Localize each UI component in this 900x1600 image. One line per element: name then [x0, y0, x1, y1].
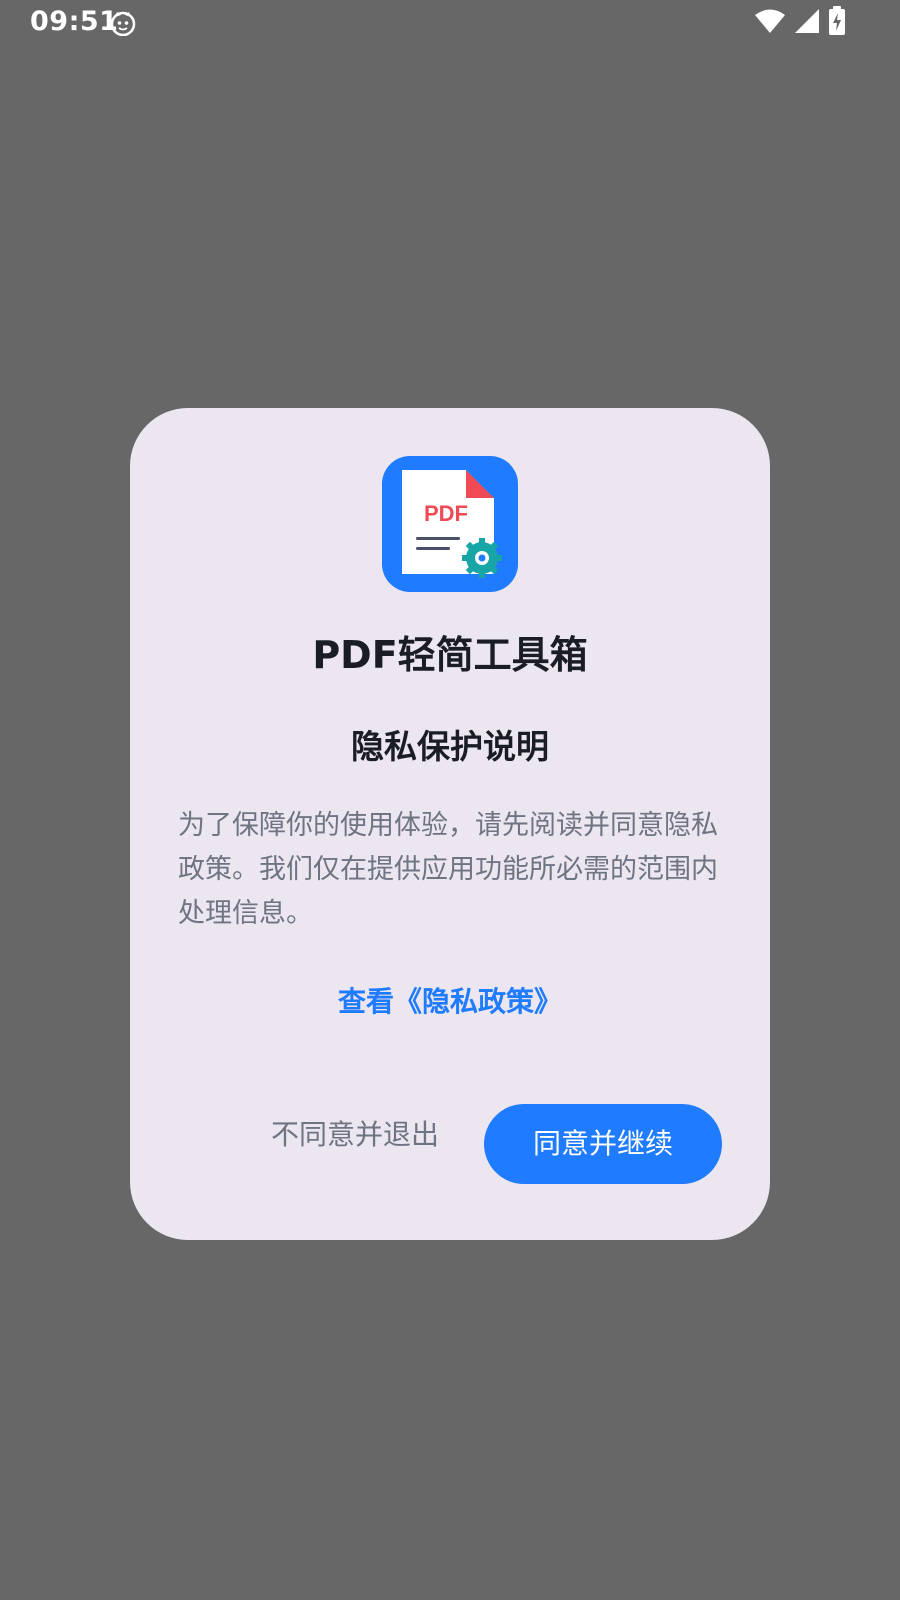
dialog-title: 隐私保护说明	[351, 727, 549, 766]
status-bar: 09:51	[0, 0, 900, 48]
dialog-body-text: 为了保障你的使用体验，请先阅读并同意隐私政策。我们仅在提供应用功能所必需的范围内…	[178, 810, 718, 929]
app-logo: PDF	[382, 456, 518, 592]
status-time: 09:51	[30, 6, 119, 37]
accept-continue-button[interactable]: 同意并继续	[484, 1104, 722, 1184]
cat-face-icon	[110, 10, 136, 37]
gear-icon	[462, 538, 502, 578]
decline-exit-button[interactable]: 不同意并退出	[260, 1104, 450, 1166]
logo-pdf-text: PDF	[424, 501, 468, 526]
privacy-policy-link[interactable]: 查看《隐私政策》	[130, 980, 770, 1020]
screen: 09:51 PDF PDF轻简工具箱 隐私保护说明 为了保障你的使用体验，请先阅…	[0, 0, 900, 1600]
battery-charging-icon	[828, 6, 846, 40]
status-icons	[754, 6, 846, 40]
privacy-dialog: PDF PDF轻简工具箱 隐私保护说明 为了保障你的使用体验，请先阅读并同意隐私…	[130, 408, 770, 1240]
wifi-icon	[754, 8, 786, 38]
app-name: PDF轻简工具箱	[312, 633, 588, 677]
signal-icon	[794, 8, 820, 38]
